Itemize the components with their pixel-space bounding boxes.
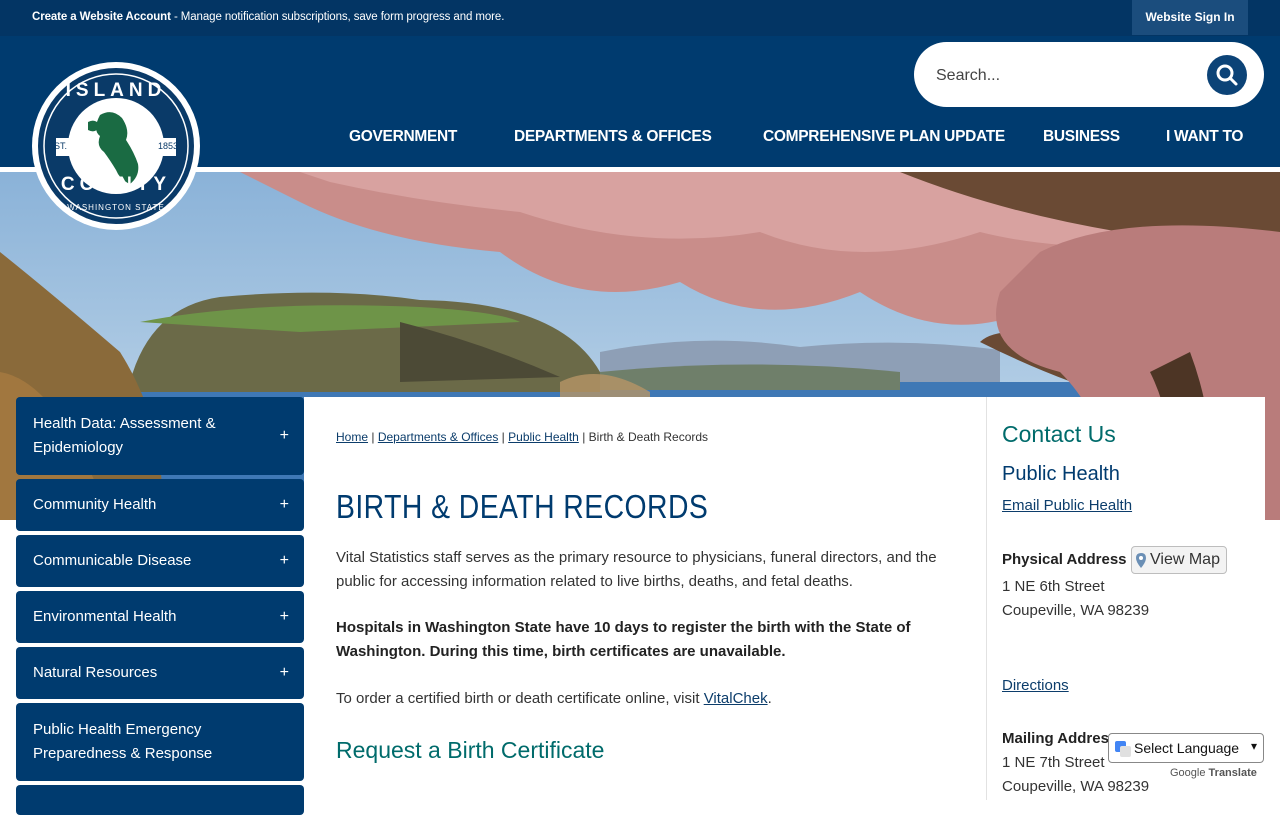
- main-content: Home | Departments & Offices | Public He…: [336, 430, 956, 764]
- expand-icon[interactable]: +: [280, 661, 289, 685]
- mailing-address-label: Mailing Address: [1002, 730, 1118, 747]
- expand-icon[interactable]: +: [280, 549, 289, 573]
- logo-text-county: COUNTY: [60, 174, 172, 195]
- site-search: [914, 42, 1264, 107]
- google-label: Google: [1170, 767, 1206, 779]
- sidebar-item-label: Natural Resources: [33, 664, 158, 681]
- logo-state: WASHINGTON STATE: [67, 203, 165, 212]
- vitalchek-text: To order a certified birth or death cert…: [336, 690, 704, 707]
- vitalchek-suffix: .: [767, 690, 772, 707]
- sidebar-item-label: Communicable Disease: [33, 552, 192, 569]
- language-select-label: Select Language: [1134, 740, 1240, 756]
- account-banner-message: - Manage notification subscriptions, sav…: [173, 11, 505, 23]
- sidebar-item-environmental-health[interactable]: Environmental Health +: [16, 591, 304, 643]
- email-public-health-link[interactable]: Email Public Health: [1002, 497, 1132, 514]
- view-map-button[interactable]: View Map: [1131, 546, 1227, 574]
- logo-year: 1853: [158, 141, 179, 151]
- powered-by-google-translate: Google Translate: [1170, 767, 1257, 779]
- sidebar-item-emergency-preparedness[interactable]: Public Health Emergency Preparedness & R…: [16, 703, 304, 781]
- breadcrumb: Home | Departments & Offices | Public He…: [336, 430, 956, 444]
- search-icon: [1216, 64, 1238, 86]
- nav-i-want-to[interactable]: I WANT TO: [1166, 128, 1243, 150]
- breadcrumb-separator: |: [582, 430, 586, 444]
- nav-government-label: GOVERNMENT: [349, 128, 458, 145]
- map-pin-icon: [1136, 553, 1146, 568]
- google-translate-icon: [1115, 741, 1131, 757]
- logo-est: EST.: [48, 141, 68, 151]
- hospital-notice: Hospitals in Washington State have 10 da…: [336, 619, 911, 660]
- nav-departments[interactable]: DEPARTMENTS & OFFICES: [514, 128, 712, 150]
- sidebar-nav: Health Data: Assessment & Epidemiology +…: [16, 397, 304, 819]
- language-select[interactable]: Select Language ▾: [1108, 733, 1264, 763]
- sidebar-item-label: Community Health: [33, 496, 157, 513]
- contact-department: Public Health: [1002, 463, 1120, 485]
- nav-comprehensive-plan[interactable]: COMPREHENSIVE PLAN UPDATE: [763, 128, 1005, 150]
- physical-address: 1 NE 6th Street Coupeville, WA 98239: [1002, 575, 1149, 623]
- sidebar-item-health-data[interactable]: Health Data: Assessment & Epidemiology +: [16, 397, 304, 475]
- nav-government[interactable]: GOVERNMENT: [349, 128, 457, 150]
- breadcrumb-departments[interactable]: Departments & Offices: [378, 430, 499, 444]
- island-county-logo[interactable]: ISLAND COUNTY EST. 1853 WASHINGTON STATE: [30, 60, 202, 232]
- nav-departments-label: DEPARTMENTS & OFFICES: [514, 128, 712, 145]
- account-banner-text: Create a Website Account - Manage notifi…: [32, 11, 504, 23]
- sidebar-item-community-health[interactable]: Community Health +: [16, 479, 304, 531]
- website-sign-in-button[interactable]: Website Sign In: [1132, 0, 1248, 35]
- mailing-address-line2: Coupeville, WA 98239: [1002, 778, 1150, 795]
- search-button[interactable]: [1207, 55, 1247, 95]
- view-map-label: View Map: [1150, 551, 1220, 568]
- sidebar-item-communicable-disease[interactable]: Communicable Disease +: [16, 535, 304, 587]
- breadcrumb-current: Birth & Death Records: [588, 430, 709, 444]
- sidebar-item-label: Environmental Health: [33, 608, 177, 625]
- expand-icon[interactable]: +: [280, 493, 289, 517]
- sidebar-item-label: Public Health Emergency Preparedness & R…: [33, 721, 213, 762]
- physical-address-line2: Coupeville, WA 98239: [1002, 602, 1150, 619]
- create-account-link[interactable]: Create a Website Account: [32, 11, 171, 23]
- account-banner: Create a Website Account - Manage notifi…: [0, 0, 1280, 36]
- intro-paragraph: Vital Statistics staff serves as the pri…: [336, 549, 937, 590]
- vitalchek-link[interactable]: VitalChek: [704, 690, 768, 707]
- nav-i-want-to-label: I WANT TO: [1166, 128, 1244, 145]
- breadcrumb-home[interactable]: Home: [336, 430, 368, 444]
- directions-link[interactable]: Directions: [1002, 677, 1069, 694]
- breadcrumb-separator: |: [501, 430, 505, 444]
- search-input[interactable]: [934, 60, 1188, 92]
- contact-us-heading: Contact Us: [1002, 421, 1116, 447]
- expand-icon[interactable]: +: [280, 605, 289, 629]
- nav-comprehensive-plan-label: COMPREHENSIVE PLAN UPDATE: [763, 128, 1005, 145]
- nav-business[interactable]: BUSINESS: [1043, 128, 1120, 150]
- request-birth-certificate-heading: Request a Birth Certificate: [336, 737, 605, 763]
- page-title: BIRTH & DEATH RECORDS: [336, 488, 709, 525]
- breadcrumb-separator: |: [371, 430, 375, 444]
- vitalchek-paragraph: To order a certified birth or death cert…: [336, 687, 956, 711]
- sidebar-item-natural-resources[interactable]: Natural Resources +: [16, 647, 304, 699]
- chevron-down-icon: ▾: [1250, 739, 1257, 753]
- breadcrumb-public-health[interactable]: Public Health: [508, 430, 579, 444]
- translate-label: Translate: [1208, 767, 1257, 779]
- sidebar-item-label: Health Data: Assessment & Epidemiology: [33, 415, 216, 456]
- physical-address-line1: 1 NE 6th Street: [1002, 578, 1105, 595]
- nav-business-label: BUSINESS: [1043, 128, 1120, 145]
- logo-text-island: ISLAND: [65, 80, 167, 101]
- sidebar-item-more[interactable]: [16, 785, 304, 815]
- expand-icon[interactable]: +: [280, 424, 289, 448]
- physical-address-label: Physical Address: [1002, 551, 1127, 568]
